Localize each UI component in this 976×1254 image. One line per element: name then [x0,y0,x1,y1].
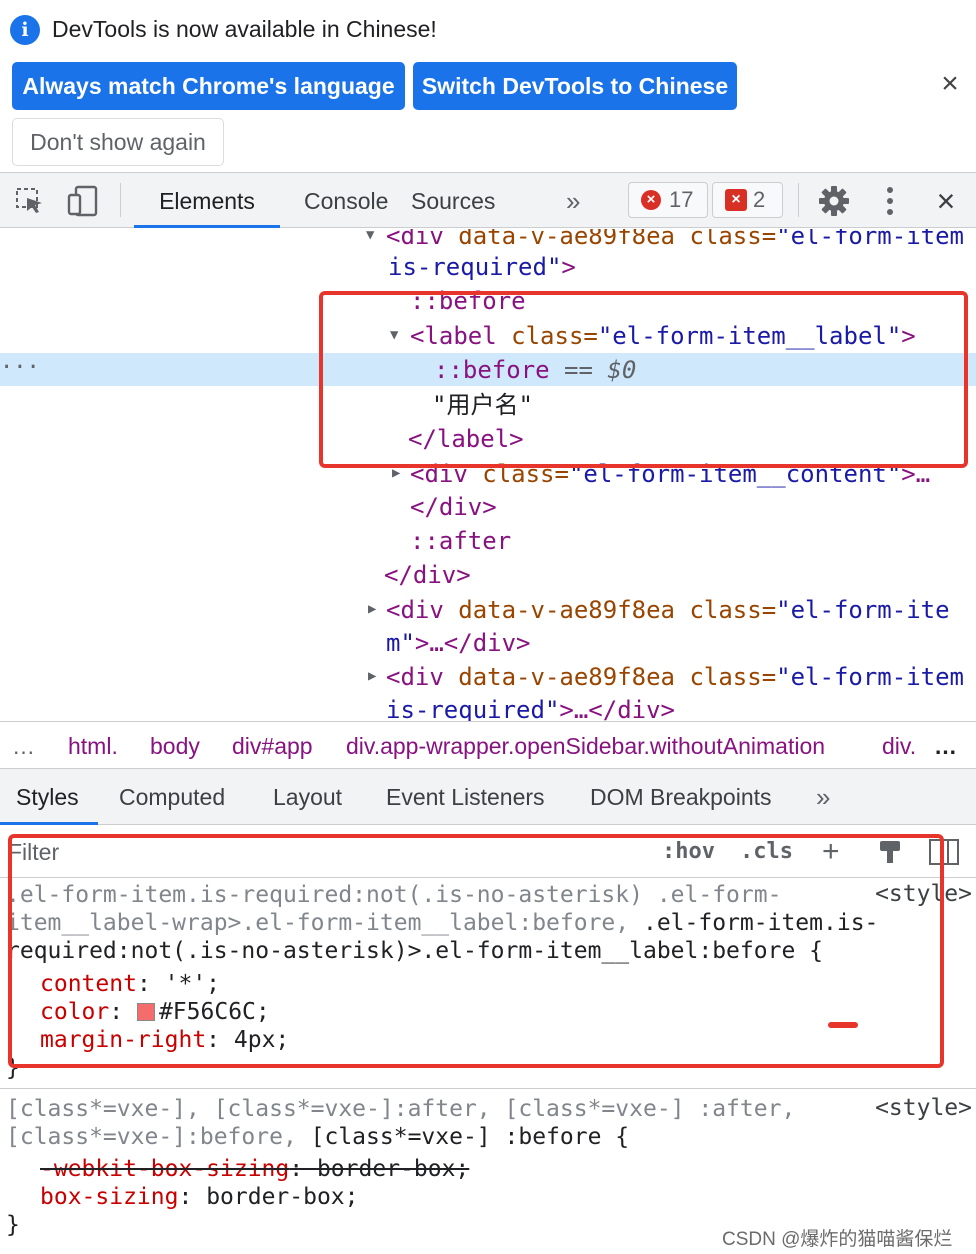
rule-selector[interactable]: [class*=vxe-], [class*=vxe-]:after, [cla… [6,1095,795,1123]
breadcrumb-item[interactable]: div. [882,722,916,770]
annotation-mark [828,1022,858,1028]
devtools-toolbar: Elements Console Sources » × 17 × 2 × [0,172,976,228]
breadcrumb-item[interactable]: div#app [232,722,313,770]
error-count: 17 [669,187,694,212]
active-subtab-indicator [0,822,98,825]
dont-show-again-button[interactable]: Don't show again [12,118,224,166]
rule-source-link[interactable]: <style> [875,1095,972,1121]
inspect-element-icon[interactable] [14,185,46,217]
expand-triangle-icon[interactable]: ▶ [368,601,376,617]
dom-node-continuation: is-required"> [388,253,576,281]
breadcrumb-item[interactable]: div.app-wrapper.openSidebar.withoutAnima… [346,722,825,770]
tab-computed[interactable]: Computed [119,769,225,825]
switch-to-chinese-button[interactable]: Switch DevTools to Chinese [413,62,737,110]
collapse-triangle-icon[interactable]: ▼ [366,229,374,243]
language-infobar: i DevTools is now available in Chinese! … [0,0,976,172]
tab-layout[interactable]: Layout [273,769,342,825]
watermark: CSDN @爆炸的猫喵酱保烂 [722,1229,953,1250]
div-close[interactable]: </div> [410,491,497,523]
settings-gear-icon[interactable] [818,185,850,217]
rule-selector[interactable]: [class*=vxe-]:before, [class*=vxe-] :bef… [6,1123,629,1151]
infobar-close-icon[interactable]: × [934,68,966,100]
breadcrumb-item[interactable]: body [150,722,200,770]
annotation-highlight-box [319,291,968,468]
overridden-declaration[interactable]: -webkit-box-sizing: border-box; [40,1155,469,1183]
div-close[interactable]: </div> [384,559,471,591]
pseudo-after[interactable]: ::after [410,525,511,557]
styles-subtabs: Styles Computed Layout Event Listeners D… [0,769,976,825]
breadcrumb: … html. body div#app div.app-wrapper.ope… [0,721,976,769]
tab-dom-breakpoints[interactable]: DOM Breakpoints [590,769,772,825]
expand-triangle-icon[interactable]: ▶ [368,668,376,684]
breadcrumb-scroll-right[interactable]: … [934,722,957,770]
node-actions-icon[interactable]: ··· [0,353,40,383]
more-subtabs-icon[interactable]: » [816,769,830,825]
issue-icon: × [725,189,747,211]
always-match-language-button[interactable]: Always match Chrome's language [12,62,405,110]
toolbar-separator [798,183,799,217]
more-options-icon[interactable] [880,185,900,217]
dom-node-continuation: m">…</div> [386,629,531,657]
close-devtools-icon[interactable]: × [930,173,962,227]
annotation-highlight-box [8,834,944,1068]
dom-node-continuation: is-required">…</div> [386,696,675,721]
dom-node[interactable]: <div data-v-ae89f8ea class="el-form-item [386,661,964,693]
tab-styles[interactable]: Styles [16,769,79,825]
error-counter[interactable]: × 17 [628,182,708,218]
infobar-message: DevTools is now available in Chinese! [52,16,437,42]
tab-event-listeners[interactable]: Event Listeners [386,769,545,825]
dom-node[interactable]: <div data-v-ae89f8ea class="el-form-item [386,229,964,252]
rule-close-brace: } [6,1212,20,1238]
issue-count: 2 [753,187,766,212]
dom-node[interactable]: <div data-v-ae89f8ea class="el-form-ite [386,594,950,626]
more-tabs-icon[interactable]: » [566,173,580,227]
active-tab-indicator [134,225,280,228]
breadcrumb-item[interactable]: html. [68,722,118,770]
css-declaration[interactable]: box-sizing: border-box; [40,1183,359,1211]
tab-elements[interactable]: Elements [134,173,280,227]
breadcrumb-scroll-left[interactable]: … [12,722,35,770]
info-icon: i [10,15,40,45]
tab-sources[interactable]: Sources [411,173,495,227]
issue-counter[interactable]: × 2 [712,182,783,218]
tab-console[interactable]: Console [304,173,388,227]
toolbar-separator [120,183,121,217]
device-toolbar-icon[interactable] [66,185,100,217]
error-icon: × [641,190,661,210]
